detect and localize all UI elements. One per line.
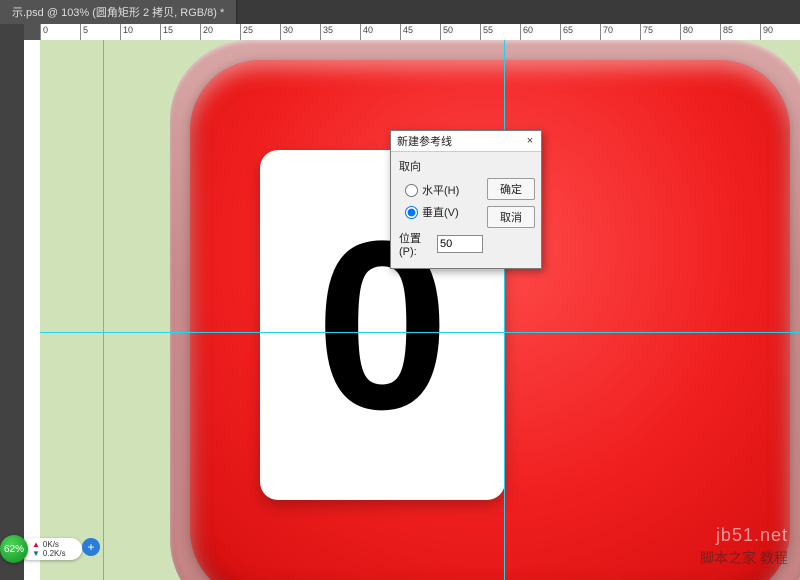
radio-horizontal[interactable]: 水平(H) — [405, 182, 483, 198]
ruler-tick: 5 — [80, 24, 88, 41]
ruler-tick: 25 — [240, 24, 253, 41]
network-percent-badge: 62% — [0, 535, 28, 563]
radio-vertical-label: 垂直(V) — [422, 204, 459, 220]
position-label: 位置(P): — [399, 230, 433, 258]
watermark-site: jb51.net — [716, 525, 788, 546]
ok-button-label: 确定 — [500, 181, 522, 197]
watermark-text: 脚本之家 教程 — [700, 548, 788, 568]
position-row: 位置(P): — [399, 230, 483, 258]
ruler-tick: 10 — [120, 24, 133, 41]
arrow-down-icon: ▼ — [32, 549, 40, 558]
ruler-tick: 65 — [560, 24, 573, 41]
radio-vertical[interactable]: 垂直(V) — [405, 204, 483, 220]
guide-vertical[interactable] — [504, 40, 505, 580]
cancel-button[interactable]: 取消 — [487, 206, 535, 228]
ruler-tick: 50 — [440, 24, 453, 41]
orientation-label: 取向 — [399, 158, 483, 174]
guide-vertical[interactable] — [103, 40, 104, 580]
ruler-tick: 35 — [320, 24, 333, 41]
guide-horizontal[interactable] — [40, 332, 800, 333]
arrow-up-icon: ▲ — [32, 540, 40, 549]
ruler-tick: 30 — [280, 24, 293, 41]
radio-horizontal-label: 水平(H) — [422, 182, 459, 198]
ok-button[interactable]: 确定 — [487, 178, 535, 200]
network-percent: 62% — [4, 544, 24, 555]
plus-icon[interactable]: + — [82, 538, 100, 556]
new-guide-dialog: 新建参考线 × 取向 水平(H) 垂直(V) 位置(P): 确定 取消 — [390, 130, 542, 269]
document-tab-title: 示.psd @ 103% (圆角矩形 2 拷贝, RGB/8) * — [12, 4, 224, 20]
ruler-tick: 90 — [760, 24, 773, 41]
ruler-tick: 60 — [520, 24, 533, 41]
close-icon[interactable]: × — [523, 134, 537, 148]
ruler-vertical[interactable] — [24, 40, 41, 580]
dialog-titlebar[interactable]: 新建参考线 × — [391, 131, 541, 152]
ruler-tick: 0 — [40, 24, 48, 41]
left-gutter — [0, 24, 24, 580]
upload-speed: 0K/s — [43, 540, 59, 549]
dialog-title: 新建参考线 — [397, 133, 452, 149]
radio-vertical-input[interactable] — [405, 206, 418, 219]
ruler-horizontal[interactable]: -5051015202530354045505560657075808590 — [40, 24, 800, 41]
dialog-body: 取向 水平(H) 垂直(V) 位置(P): 确定 取消 — [391, 152, 541, 268]
ruler-tick: 80 — [680, 24, 693, 41]
document-tab[interactable]: 示.psd @ 103% (圆角矩形 2 拷贝, RGB/8) * — [0, 0, 237, 24]
network-speed-widget[interactable]: 62% ▲0K/s ▼0.2K/s + — [0, 536, 100, 562]
ruler-tick: 45 — [400, 24, 413, 41]
app-root: 示.psd @ 103% (圆角矩形 2 拷贝, RGB/8) * -50510… — [0, 0, 800, 580]
document-tab-bar: 示.psd @ 103% (圆角矩形 2 拷贝, RGB/8) * — [0, 0, 800, 24]
ruler-tick: 40 — [360, 24, 373, 41]
canvas[interactable]: 0 jb51.net 脚本之家 教程 — [40, 40, 800, 580]
ruler-tick: 20 — [200, 24, 213, 41]
ruler-tick: 70 — [600, 24, 613, 41]
ruler-tick: 55 — [480, 24, 493, 41]
position-input[interactable] — [437, 235, 483, 253]
radio-horizontal-input[interactable] — [405, 184, 418, 197]
ruler-tick: 85 — [720, 24, 733, 41]
ruler-tick: 15 — [160, 24, 173, 41]
ruler-tick: 75 — [640, 24, 653, 41]
cancel-button-label: 取消 — [500, 209, 522, 225]
download-speed: 0.2K/s — [43, 549, 66, 558]
dialog-buttons: 确定 取消 — [487, 178, 535, 228]
